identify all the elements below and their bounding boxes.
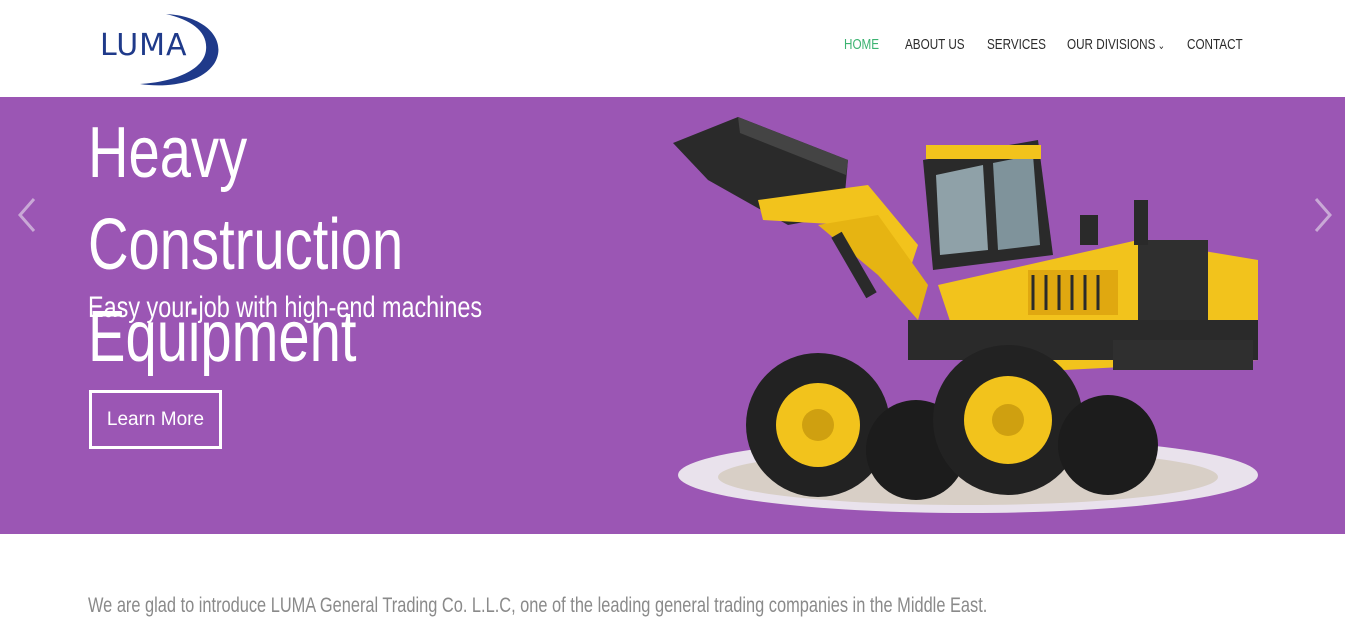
logo-text: LUMA — [100, 28, 188, 63]
chevron-left-icon — [18, 198, 36, 232]
nav-our-divisions[interactable]: OUR DIVISIONS ⌄ — [1067, 36, 1165, 53]
chevron-down-icon: ⌄ — [1157, 40, 1165, 52]
nav-contact[interactable]: CONTACT — [1187, 36, 1243, 53]
hero-subtitle: Easy your job with high-end machines — [88, 291, 483, 324]
slider-next-button[interactable] — [1308, 195, 1338, 235]
front-wheel — [746, 353, 890, 497]
nav-about-us[interactable]: ABOUT US — [905, 36, 965, 53]
slider-prev-button[interactable] — [12, 195, 42, 235]
site-header: LUMA HOME ABOUT US SERVICES OUR DIVISION… — [0, 0, 1345, 97]
hero-title: Heavy Construction Equipment — [88, 113, 404, 377]
intro-text: We are glad to introduce LUMA General Tr… — [88, 594, 988, 617]
nav-our-divisions-label: OUR DIVISIONS — [1067, 36, 1156, 53]
rear-wheel — [933, 345, 1083, 495]
nav-services[interactable]: SERVICES — [987, 36, 1046, 53]
luma-logo[interactable]: LUMA — [96, 12, 226, 88]
chevron-right-icon — [1314, 198, 1332, 232]
learn-more-button[interactable]: Learn More — [89, 390, 222, 449]
wheel-loader-image — [673, 117, 1258, 513]
nav-home[interactable]: HOME — [844, 36, 879, 53]
hero-slider: Heavy Construction Equipment Easy your j… — [0, 97, 1345, 534]
